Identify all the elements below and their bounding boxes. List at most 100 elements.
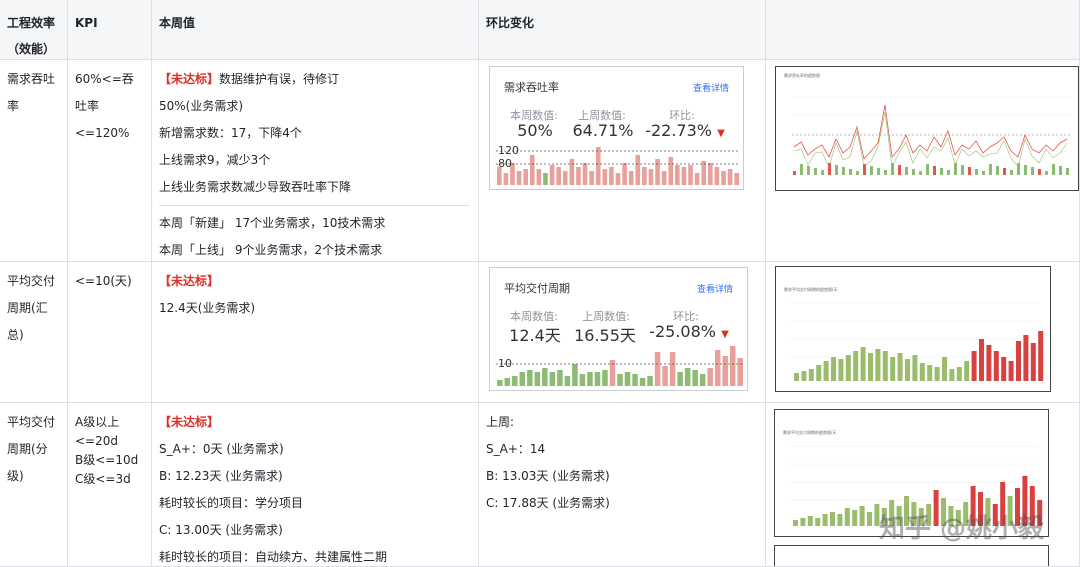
thumb-bar xyxy=(1031,167,1034,175)
spark-bar xyxy=(536,169,542,185)
trend-line-2 xyxy=(793,111,1068,169)
spark-bar xyxy=(582,163,588,185)
value-line: C: 13.00天 (业务需求) xyxy=(159,523,283,537)
value-line: 上线业务需求数减少导致吞吐率下降 xyxy=(159,180,352,194)
thumb-bar xyxy=(1008,361,1014,381)
spark-bar xyxy=(504,378,511,386)
thumb-bar xyxy=(821,170,824,175)
thumb-bar xyxy=(971,351,977,381)
spark-bar xyxy=(688,165,693,185)
thumb-bar xyxy=(986,345,992,381)
header-kpi-label: KPI xyxy=(75,16,98,30)
header-kpi: KPI xyxy=(68,0,152,60)
trend-line-chart xyxy=(792,96,1072,175)
spark-bar xyxy=(617,374,623,386)
spark-bar xyxy=(699,374,706,386)
value-line: 本周「上线」 9个业务需求，2个技术需求 xyxy=(159,243,383,257)
spark-bar xyxy=(632,374,638,386)
prev-line: C: 17.88天 (业务需求) xyxy=(486,496,610,510)
row1-value: 【未达标】数据维护有误，待修订 50%(业务需求) 新增需求数：17，下降4个 … xyxy=(152,60,479,262)
spark-bar xyxy=(549,372,556,386)
thumb-bar xyxy=(926,164,929,175)
down-triangle-icon: ▼ xyxy=(721,329,729,340)
kpi-line: <=20d xyxy=(75,434,118,448)
spark-bar xyxy=(609,167,614,185)
thumb-bar xyxy=(1024,165,1027,175)
spark-bar xyxy=(512,376,518,386)
view-details-link[interactable]: 查看详情 xyxy=(697,282,733,295)
ref-label: 80 xyxy=(498,157,512,170)
spark-bar xyxy=(692,370,698,386)
thumb-bar xyxy=(875,349,881,381)
divider xyxy=(159,205,469,206)
thumb-bar xyxy=(919,363,925,381)
thumb-bar xyxy=(1059,166,1062,175)
thumb-bar xyxy=(842,167,845,175)
down-triangle-icon: ▼ xyxy=(717,128,725,139)
thumb-bar xyxy=(1001,357,1007,381)
thumb-bar xyxy=(1038,169,1041,175)
spark-bar xyxy=(516,171,522,185)
thumb-bar xyxy=(838,359,844,381)
thumb-bar xyxy=(807,166,810,175)
thumb-bar xyxy=(863,164,866,175)
row2-metric: 平均交付周期(汇总) xyxy=(0,262,68,403)
thumb-bar xyxy=(961,165,964,175)
spark-bar xyxy=(595,147,601,185)
kpi-line: C级<=3d xyxy=(75,472,131,486)
thumb-bar xyxy=(807,516,813,526)
spark-bar xyxy=(708,163,713,185)
spark-bar xyxy=(734,173,739,185)
spark-bar xyxy=(615,173,621,185)
spark-bar xyxy=(503,173,509,185)
header-empty xyxy=(766,0,1080,60)
thumb-bar xyxy=(996,166,999,175)
row3-kpi: A级以上 <=20d B级<=10d C级<=3d xyxy=(68,403,152,567)
thumb-bar xyxy=(1003,168,1006,175)
thumb-bar xyxy=(844,508,850,526)
thumb-bar xyxy=(968,167,971,175)
spark-bar xyxy=(714,167,720,185)
thumb-bar xyxy=(933,166,936,175)
thumb-bar xyxy=(979,339,984,381)
ratio-value: -25.08% xyxy=(649,322,716,341)
kpi-text: <=10(天) xyxy=(75,274,132,288)
thumb-bar xyxy=(860,347,866,381)
thumb-bar xyxy=(794,373,799,381)
view-details-link[interactable]: 查看详情 xyxy=(693,81,729,94)
thumb-bar xyxy=(1066,168,1069,175)
header-efficiency-label: 工程效率（效能） xyxy=(7,16,56,56)
thumb-bar xyxy=(1010,170,1013,175)
spark-bar xyxy=(564,376,571,386)
spark-bar xyxy=(675,165,680,185)
thumb-bar xyxy=(1016,341,1021,381)
spark-bar xyxy=(648,169,654,185)
spark-bar xyxy=(622,163,627,185)
row3-metric: 平均交付周期(分级) xyxy=(0,403,68,567)
thumb-bar xyxy=(890,357,896,381)
value-line: 12.4天(业务需求) xyxy=(159,301,256,315)
thumb-bar xyxy=(927,365,933,381)
thumb-bar xyxy=(822,514,828,526)
delivery-card: 平均交付周期 查看详情 本周数值: 上周数值: 环比: 12.4天 16.55天… xyxy=(489,267,748,391)
thumb-bar xyxy=(867,512,872,526)
spark-bar xyxy=(589,171,594,185)
efficiency-table: 工程效率（效能） KPI 本周值 环比变化 需求吞吐率 60%<=吞吐率<=12… xyxy=(0,0,1080,567)
thumb-bar xyxy=(898,165,901,175)
thumb-bar xyxy=(828,163,831,175)
thumb-bar xyxy=(793,520,798,526)
ref-label: 10 xyxy=(498,357,512,370)
thumb-bar xyxy=(801,371,807,381)
spark-bar xyxy=(694,173,700,185)
thumb-bar xyxy=(993,351,999,381)
header-week-label: 本周值 xyxy=(159,16,196,30)
ref-label: 120 xyxy=(498,145,519,157)
row2-kpi: <=10(天) xyxy=(68,262,152,403)
row1-metric: 需求吞吐率 xyxy=(0,60,68,262)
thumb-bar xyxy=(989,164,992,175)
header-change: 环比变化 xyxy=(479,0,766,60)
spark-bar xyxy=(549,165,555,185)
delivery-bar-chart xyxy=(790,302,1044,381)
thumb-bar xyxy=(942,357,947,381)
throughput-card: 需求吞吐率 查看详情 本周数值: 上周数值: 环比: 50% 64.71% -2… xyxy=(489,66,744,190)
